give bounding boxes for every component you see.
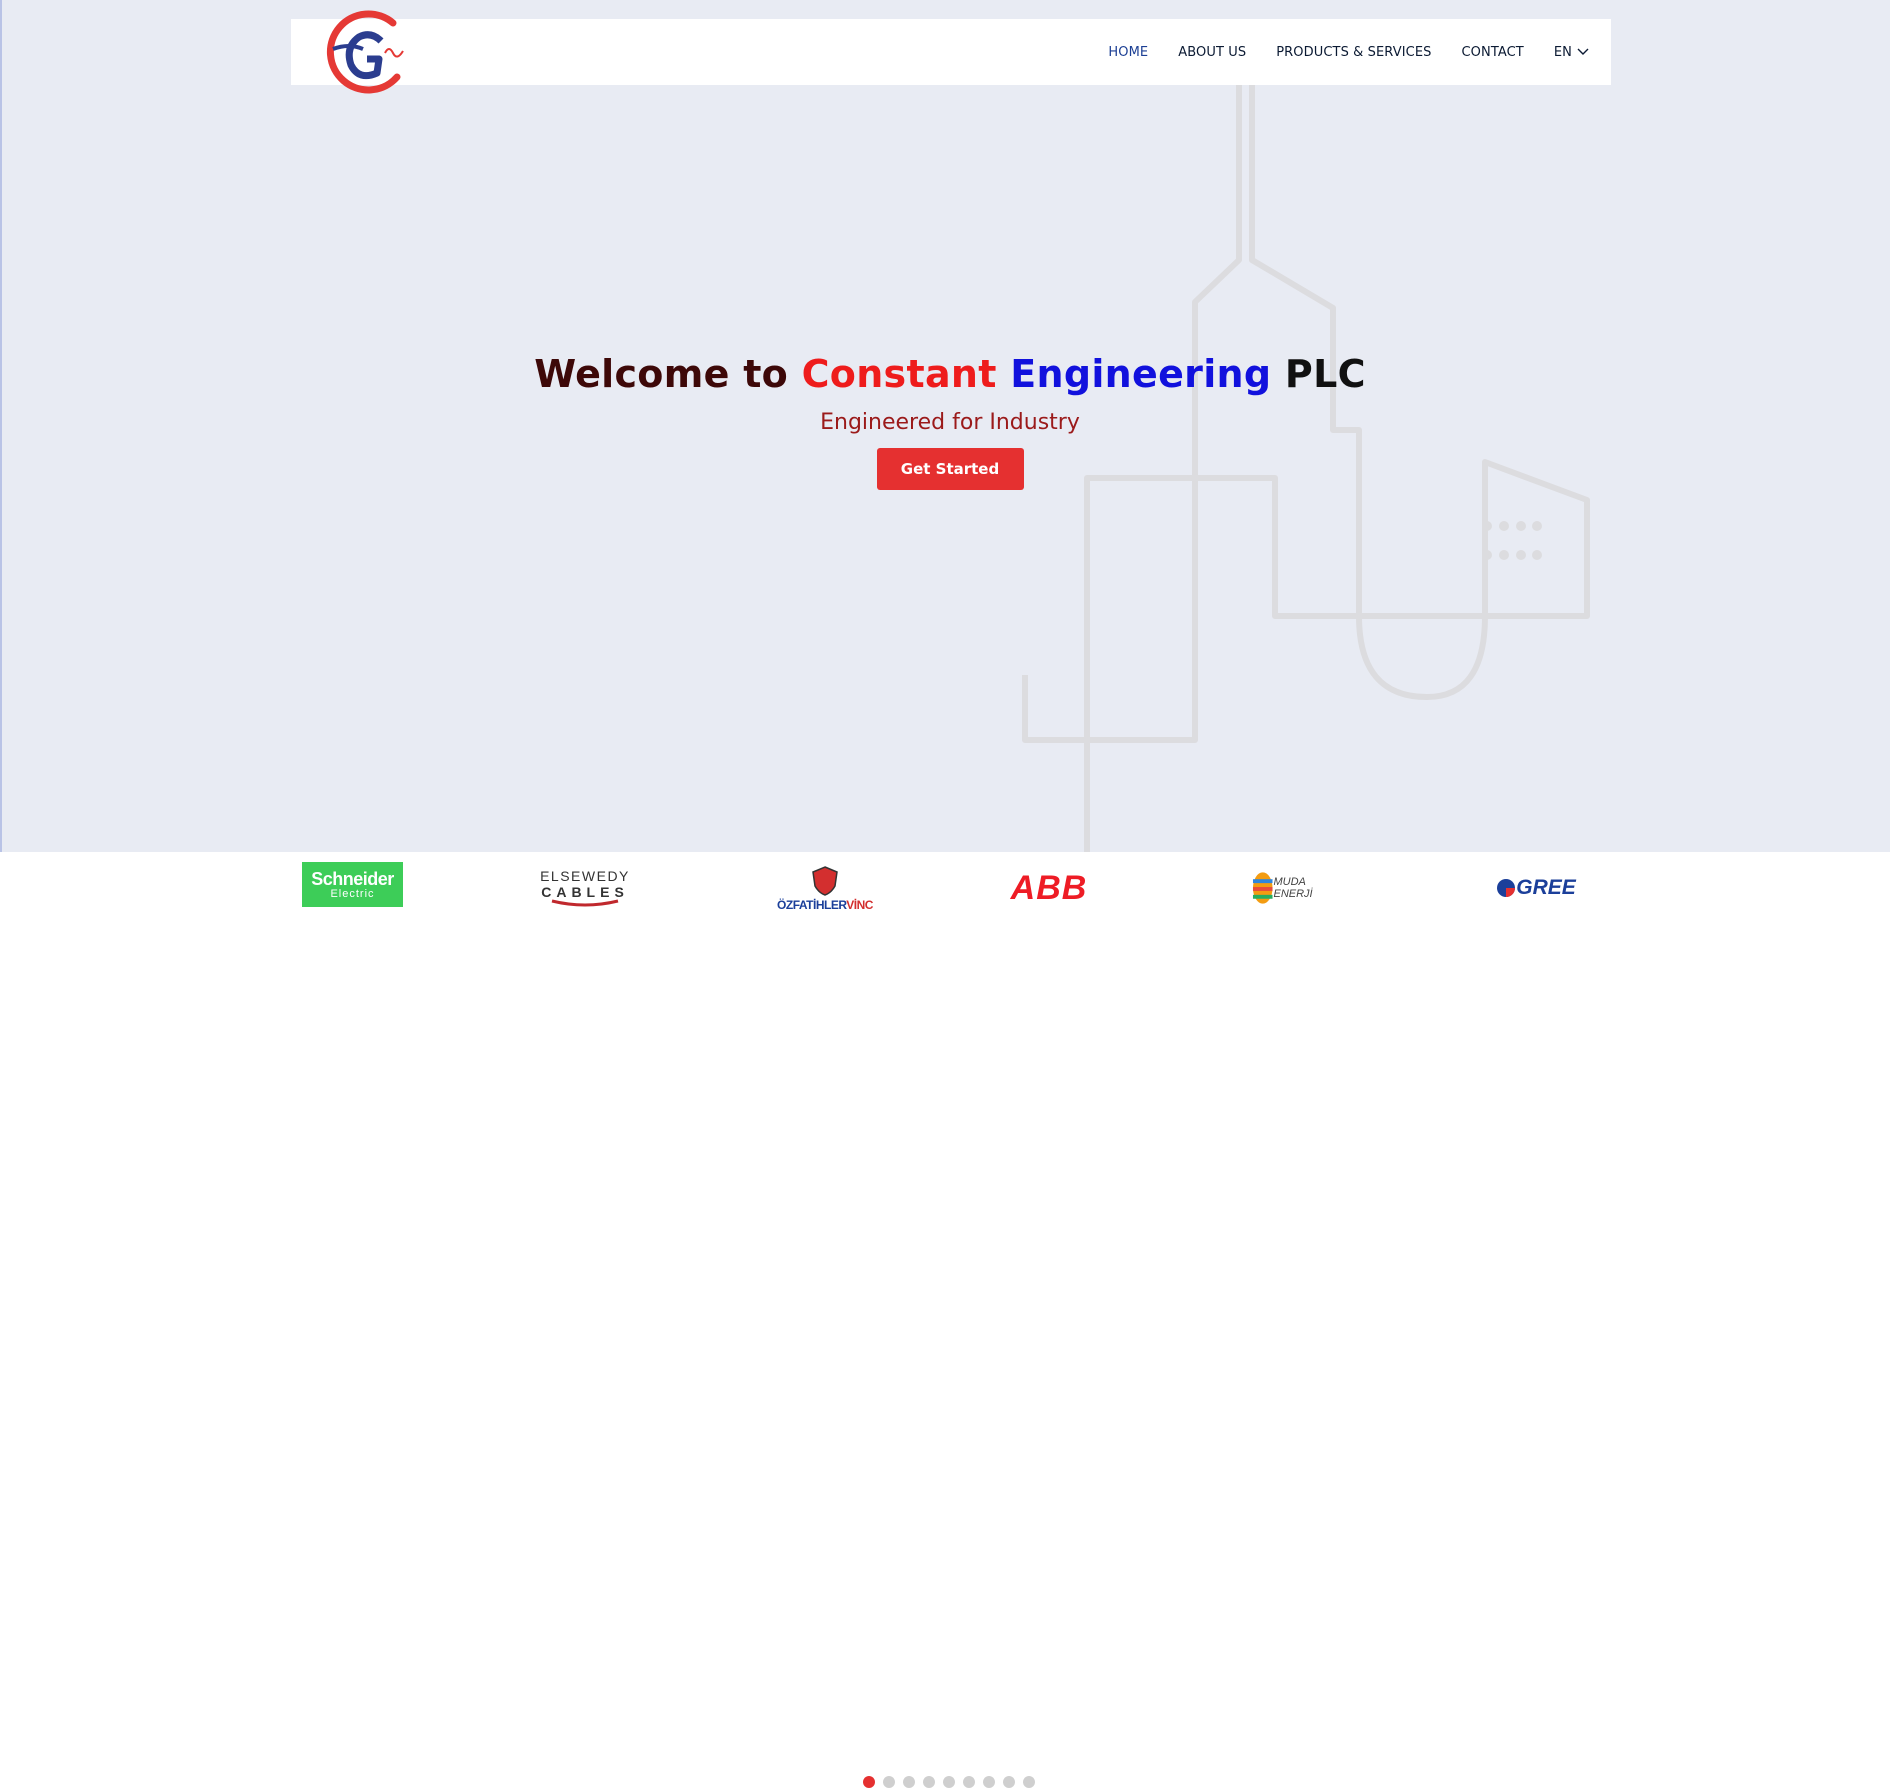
brand-logo-muda-enerji[interactable]: MUDA ENERJİ	[1252, 858, 1346, 918]
hero-title: Welcome to Constant Engineering PLC	[2, 352, 1890, 396]
carousel-dot-9[interactable]	[1023, 1776, 1035, 1788]
navbar: HOME ABOUT US PRODUCTS & SERVICES CONTAC…	[291, 10, 1611, 94]
hero-title-engineering: Engineering	[1010, 352, 1285, 396]
carousel-dot-6[interactable]	[963, 1776, 975, 1788]
hero-subtitle: Engineered for Industry	[820, 410, 1080, 435]
schneider-subname: Electric	[330, 887, 375, 900]
hero-title-constant: Constant	[801, 352, 1011, 396]
brand-logo-schneider[interactable]: Schneider Electric	[302, 862, 403, 907]
carousel-dot-7[interactable]	[983, 1776, 995, 1788]
carousel-dot-3[interactable]	[903, 1776, 915, 1788]
globe-icon	[1252, 872, 1273, 904]
nav-home[interactable]: HOME	[1108, 45, 1148, 60]
get-started-button[interactable]: Get Started	[876, 448, 1024, 490]
ozf-name-part1: ÖZFATİHLER	[777, 897, 847, 912]
carousel-dot-4[interactable]	[923, 1776, 935, 1788]
nav-menu: HOME ABOUT US PRODUCTS & SERVICES CONTAC…	[1108, 19, 1611, 85]
chevron-down-icon	[1577, 48, 1589, 55]
brand-logo-elsewedy[interactable]: ELSEWEDY CABLES	[540, 858, 630, 918]
schneider-name: Schneider	[311, 868, 394, 889]
elsewedy-swoosh-icon	[551, 899, 619, 907]
hero-title-plc: PLC	[1284, 352, 1366, 396]
nav-products-services[interactable]: PRODUCTS & SERVICES	[1276, 45, 1431, 60]
hero-section: HOME ABOUT US PRODUCTS & SERVICES CONTAC…	[0, 0, 1890, 852]
brand-logo-gree[interactable]: GREE	[1490, 858, 1582, 918]
elsewedy-subname: CABLES	[541, 884, 629, 900]
hero-content: Welcome to Constant Engineering PLC Engi…	[2, 352, 1890, 490]
muda-name: MUDA ENERJİ	[1273, 876, 1313, 900]
carousel-dot-2[interactable]	[883, 1776, 895, 1788]
language-selector[interactable]: EN	[1554, 45, 1589, 60]
brand-logo-abb[interactable]: ABB	[1011, 858, 1087, 918]
brand-carousel: Schneider Electric ELSEWEDY CABLES ÖZFAT…	[0, 852, 1890, 1788]
brand-logo-ozfatihler[interactable]: ÖZFATİHLERVİNC	[776, 858, 874, 918]
ozf-name-part2: VİNC	[846, 897, 873, 912]
nav-contact[interactable]: CONTACT	[1462, 45, 1524, 60]
carousel-dot-5[interactable]	[943, 1776, 955, 1788]
gree-name: GREE	[1516, 876, 1576, 899]
shield-icon	[812, 865, 838, 896]
gree-swirl-icon	[1497, 879, 1516, 897]
carousel-dot-1[interactable]	[863, 1776, 875, 1788]
nav-about-us[interactable]: ABOUT US	[1178, 45, 1246, 60]
carousel-dot-8[interactable]	[1003, 1776, 1015, 1788]
company-logo[interactable]	[319, 9, 409, 95]
carousel-dots	[863, 1776, 1043, 1788]
language-label: EN	[1553, 44, 1572, 60]
elsewedy-name: ELSEWEDY	[540, 868, 630, 884]
hero-title-welcome: Welcome to	[534, 352, 802, 396]
